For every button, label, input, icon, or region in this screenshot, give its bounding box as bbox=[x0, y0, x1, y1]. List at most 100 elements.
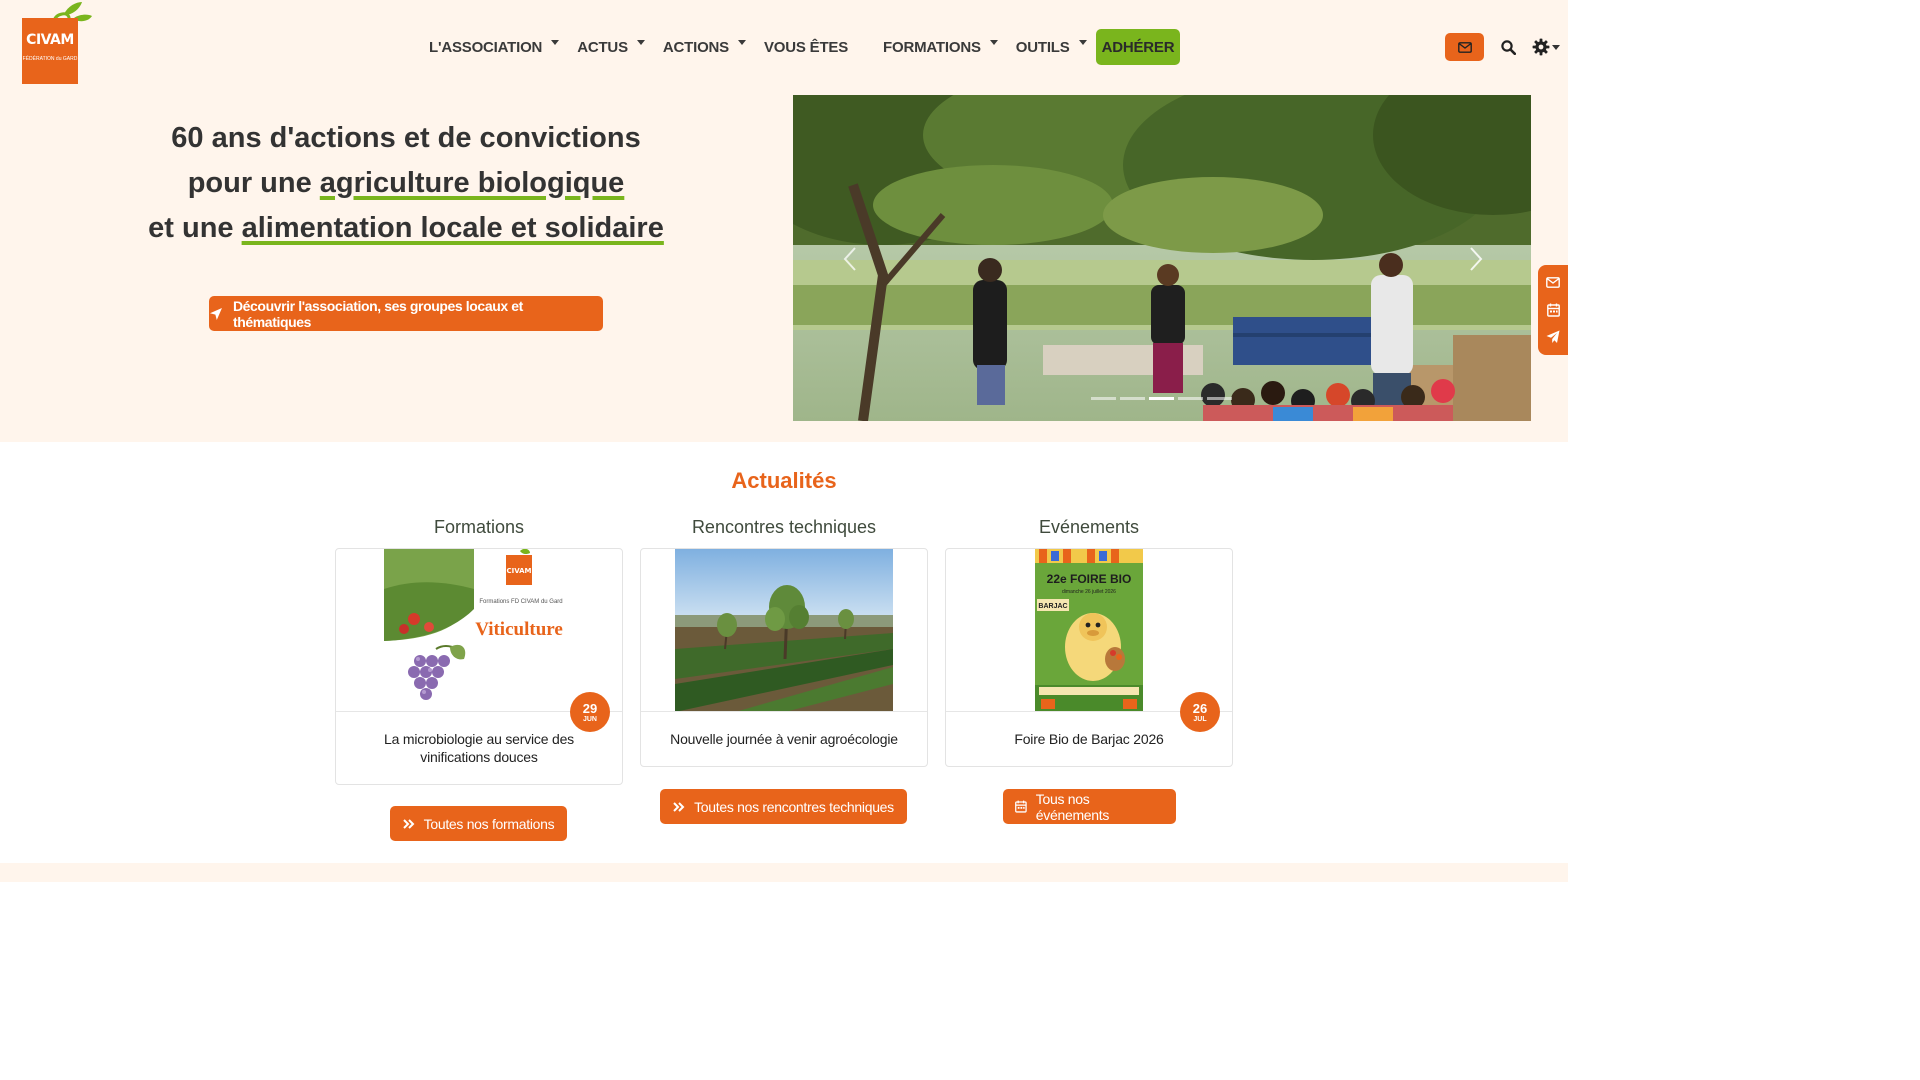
nav-outils[interactable]: OUTILS bbox=[1007, 29, 1096, 65]
caret-down-icon bbox=[1552, 44, 1560, 50]
side-calendar-button[interactable] bbox=[1543, 299, 1563, 321]
nav-actions[interactable]: ACTIONS bbox=[654, 29, 755, 65]
column-title: Rencontres techniques bbox=[691, 517, 877, 537]
news-card[interactable]: 22e FOIRE BIO dimanche 26 juillet 2026 B… bbox=[945, 548, 1233, 767]
search-icon bbox=[1500, 39, 1516, 55]
caret-down-icon bbox=[989, 39, 998, 45]
side-newsletter-button[interactable] bbox=[1543, 326, 1563, 348]
logo-box: CIVAM FÉDÉRATION du GARD bbox=[22, 18, 78, 84]
hero-carousel[interactable] bbox=[793, 95, 1531, 421]
contact-button[interactable] bbox=[1445, 33, 1484, 61]
header-tools bbox=[1445, 33, 1560, 61]
caret-down-icon bbox=[1078, 39, 1087, 45]
double-chevron-right-icon bbox=[402, 818, 415, 829]
button-label: Toutes nos formations bbox=[423, 815, 555, 832]
carousel-indicator[interactable] bbox=[1207, 397, 1232, 400]
double-chevron-right-icon bbox=[673, 801, 685, 812]
card-thumbnail bbox=[641, 549, 927, 712]
news-column-formations: Formations CIVAM Formations FD CIVAM du … bbox=[335, 513, 623, 785]
news-column-evenements: Evénements 22e FOIRE BIO dimanche 26 jui… bbox=[945, 513, 1233, 767]
hero-line-3: et une alimentation locale et solidaire bbox=[130, 206, 682, 251]
card-caption[interactable]: Nouvelle journée à venir agroécologie bbox=[641, 712, 927, 766]
carousel-prev-icon[interactable] bbox=[841, 245, 861, 273]
agroecology-field-image bbox=[675, 549, 893, 711]
nav-label: ACTUS bbox=[577, 38, 628, 56]
hero-line-2: pour une agriculture biologique bbox=[130, 161, 682, 206]
nav-label: FORMATIONS bbox=[883, 38, 981, 56]
carousel-indicator[interactable] bbox=[1120, 397, 1145, 400]
poster-heading: Viticulture bbox=[475, 619, 563, 640]
civam-logo[interactable]: CIVAM FÉDÉRATION du GARD bbox=[22, 0, 94, 84]
nav-label: ACTIONS bbox=[662, 38, 729, 56]
poster-place-text: BARJAC bbox=[1038, 603, 1067, 610]
column-title: Evénements bbox=[1038, 517, 1140, 537]
logo-text: CIVAM bbox=[26, 32, 74, 48]
date-day: 29 bbox=[582, 700, 598, 716]
news-card[interactable]: CIVAM Formations FD CIVAM du Gard Viticu… bbox=[335, 548, 623, 785]
caret-down-icon bbox=[737, 39, 746, 45]
news-section-title: Actualités bbox=[731, 468, 837, 493]
discover-button-label: Découvrir l'association, ses groupes loc… bbox=[232, 297, 523, 330]
floating-sidebar bbox=[1538, 265, 1568, 355]
date-month: JUN bbox=[582, 715, 597, 723]
button-label: Toutes nos rencontres techniques bbox=[694, 798, 894, 815]
carousel-indicator-active[interactable] bbox=[1149, 397, 1174, 400]
carousel-slide-image bbox=[793, 95, 1531, 421]
date-badge: 29 JUN bbox=[570, 692, 610, 732]
poster-logo-text: CIVAM bbox=[506, 567, 531, 575]
site-header: CIVAM FÉDÉRATION du GARD L'ASSOCIATION A… bbox=[0, 0, 1568, 442]
date-day: 26 bbox=[1192, 700, 1208, 716]
location-arrow-icon bbox=[209, 307, 222, 320]
viticulture-poster-image: CIVAM Formations FD CIVAM du Gard Viticu… bbox=[384, 549, 574, 711]
nav-cta-label: ADHÉRER bbox=[1101, 38, 1175, 56]
envelope-icon bbox=[1457, 41, 1472, 53]
card-thumbnail: CIVAM Formations FD CIVAM du Gard Viticu… bbox=[336, 549, 622, 712]
nav-label: VOUS ÊTES bbox=[763, 38, 849, 56]
nav-label: L'ASSOCIATION bbox=[429, 38, 543, 56]
all-rencontres-button[interactable]: Toutes nos rencontres techniques bbox=[660, 789, 907, 824]
adherer-button[interactable]: ADHÉRER bbox=[1095, 29, 1181, 65]
calendar-icon bbox=[1546, 303, 1560, 317]
date-badge: 26 JUL bbox=[1180, 692, 1220, 732]
side-contact-button[interactable] bbox=[1543, 272, 1563, 294]
poster-small-text: Formations FD CIVAM du Gard bbox=[479, 599, 562, 605]
button-label: Tous nos événements bbox=[1035, 790, 1110, 823]
all-evenements-button[interactable]: Tous nos événements bbox=[1003, 789, 1176, 824]
envelope-icon bbox=[1546, 277, 1560, 289]
caret-down-icon bbox=[551, 39, 560, 45]
poster-date-text: dimanche 26 juillet 2026 bbox=[1062, 589, 1116, 595]
search-button[interactable] bbox=[1498, 37, 1518, 57]
all-formations-button[interactable]: Toutes nos formations bbox=[390, 806, 567, 841]
carousel-next-icon[interactable] bbox=[1465, 245, 1485, 273]
date-month: JUL bbox=[1193, 715, 1207, 723]
carousel-indicator[interactable] bbox=[1091, 397, 1116, 400]
nav-association[interactable]: L'ASSOCIATION bbox=[420, 29, 568, 65]
gear-icon bbox=[1532, 38, 1550, 56]
main-nav: L'ASSOCIATION ACTUS ACTIONS VOUS ÊTES FO… bbox=[420, 29, 1181, 65]
nav-vous-etes[interactable]: VOUS ÊTES bbox=[755, 29, 874, 65]
carousel-indicator[interactable] bbox=[1178, 397, 1203, 400]
column-title: Formations bbox=[433, 517, 525, 537]
discover-association-button[interactable]: Découvrir l'association, ses groupes loc… bbox=[209, 296, 603, 331]
hero-highlight-agriculture: agriculture biologique bbox=[319, 167, 625, 199]
carousel-indicators bbox=[1091, 397, 1236, 400]
hero-line-2-prefix: pour une bbox=[187, 167, 320, 199]
logo-subtitle: FÉDÉRATION du GARD bbox=[22, 56, 78, 62]
calendar-icon bbox=[1015, 800, 1027, 813]
card-thumbnail: 22e FOIRE BIO dimanche 26 juillet 2026 B… bbox=[946, 549, 1232, 712]
paper-plane-icon bbox=[1546, 330, 1560, 344]
hero-line-3-prefix: et une bbox=[148, 212, 242, 244]
caret-down-icon bbox=[636, 39, 645, 45]
settings-dropdown[interactable] bbox=[1532, 38, 1560, 56]
foire-bio-poster-image: 22e FOIRE BIO dimanche 26 juillet 2026 B… bbox=[1035, 549, 1143, 711]
hero-tagline: 60 ans d'actions et de convictions pour … bbox=[130, 116, 682, 251]
news-column-rencontres: Rencontres techniques Nouvelle journée à… bbox=[640, 513, 928, 767]
poster-heading: 22e FOIRE BIO bbox=[1047, 572, 1132, 586]
nav-label: OUTILS bbox=[1015, 38, 1070, 56]
news-card[interactable]: Nouvelle journée à venir agroécologie bbox=[640, 548, 928, 767]
nav-actus[interactable]: ACTUS bbox=[568, 29, 654, 65]
hero-highlight-alimentation: alimentation locale et solidaire bbox=[241, 212, 664, 244]
hero-line-1: 60 ans d'actions et de convictions bbox=[171, 122, 641, 154]
footer-strip bbox=[0, 863, 1568, 882]
nav-formations[interactable]: FORMATIONS bbox=[874, 29, 1007, 65]
